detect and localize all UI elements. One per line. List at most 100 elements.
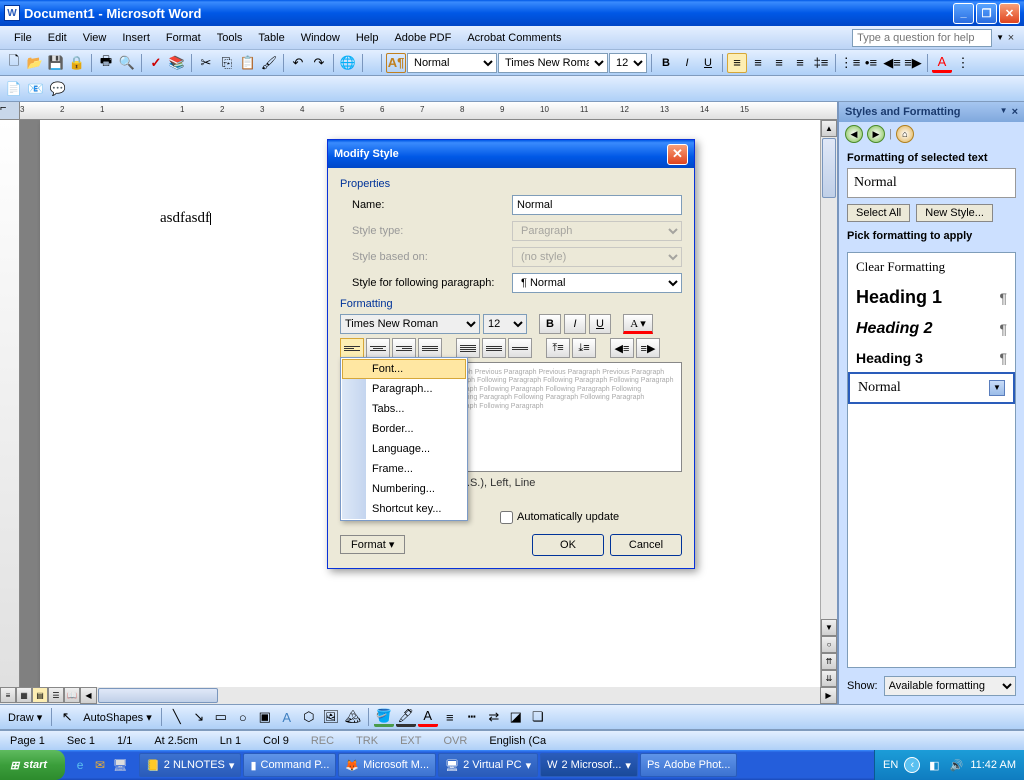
decrease-indent-icon[interactable]: ◀≡ [882,53,902,73]
menu-paragraph[interactable]: Paragraph... [342,379,466,399]
line-color-icon[interactable]: 🖊 [396,707,416,727]
menu-language[interactable]: Language... [342,439,466,459]
task-virtual-pc[interactable]: 🖥 2 Virtual PC ▾ [438,753,538,777]
pane-menu-icon[interactable]: ▼ [1000,106,1008,118]
outlook-icon[interactable]: ✉ [91,756,109,774]
horizontal-ruler[interactable]: ⌐ 3 2 1 1 2 3 4 5 6 7 8 9 10 11 12 [0,102,837,120]
scroll-thumb[interactable] [822,138,836,198]
picture-icon[interactable]: 🏔 [343,707,363,727]
normal-view-icon[interactable]: ≡ [0,687,16,703]
start-button[interactable]: ⊞ start [0,750,65,780]
help-dropdown[interactable]: ▼ [996,33,1004,42]
maximize-button[interactable]: ❐ [976,3,997,24]
dlg-italic-icon[interactable]: I [564,314,586,334]
line-icon[interactable]: ╲ [167,707,187,727]
hscroll-thumb[interactable] [98,688,218,703]
font-color-icon[interactable]: A [932,53,952,73]
wordart-icon[interactable]: A [277,707,297,727]
ok-button[interactable]: OK [532,534,604,556]
dialog-close-button[interactable]: ✕ [667,144,688,165]
pdf-convert-icon[interactable]: 📄 [4,79,24,99]
task-nlnotes[interactable]: 📒 2 NLNOTES ▾ [139,753,241,777]
style-heading-2[interactable]: Heading 2¶ [848,314,1015,344]
open-icon[interactable]: 📂 [25,53,45,73]
tray-clock[interactable]: 11:42 AM [970,759,1016,771]
close-button[interactable]: ✕ [999,3,1020,24]
bold-icon[interactable]: B [656,53,676,73]
draw-menu[interactable]: Draw ▾ [4,711,46,724]
status-rec[interactable]: REC [305,735,340,747]
clipart-icon[interactable]: 🖼 [321,707,341,727]
menu-acrobat-comments[interactable]: Acrobat Comments [459,30,569,46]
current-style-display[interactable]: Normal [847,168,1016,198]
align-right-icon[interactable]: ≡ [769,53,789,73]
oval-icon[interactable]: ○ [233,707,253,727]
toolbar-options-icon[interactable]: ⋮ [953,53,973,73]
line-style-icon[interactable]: ≡ [440,707,460,727]
help-search[interactable] [852,29,992,47]
dlg-spacing-15-icon[interactable] [482,338,506,358]
arrow-icon[interactable]: ↘ [189,707,209,727]
dialog-titlebar[interactable]: Modify Style ✕ [328,140,694,168]
dlg-align-right-icon[interactable] [392,338,416,358]
dash-style-icon[interactable]: ┅ [462,707,482,727]
dlg-spacing-1-icon[interactable] [456,338,480,358]
menu-font[interactable]: Font... [342,359,466,379]
numbered-list-icon[interactable]: ⋮≡ [840,53,860,73]
dlg-space-before-icon[interactable]: ⤒≡ [546,338,570,358]
line-spacing-icon[interactable]: ‡≡ [811,53,831,73]
dlg-underline-icon[interactable]: U [589,314,611,334]
menu-window[interactable]: Window [293,30,348,46]
menu-file[interactable]: File [6,30,40,46]
align-justify-icon[interactable]: ≡ [790,53,810,73]
menu-help[interactable]: Help [348,30,387,46]
print-icon[interactable]: 🖶 [96,53,116,73]
style-select[interactable]: Normal [407,53,497,73]
scroll-left-icon[interactable]: ◀ [80,687,97,704]
research-icon[interactable]: 📚 [167,53,187,73]
help-search-input[interactable] [852,29,992,47]
task-photoshop[interactable]: Ps Adobe Phot... [640,753,738,777]
outline-view-icon[interactable]: ☰ [48,687,64,703]
tray-expand-icon[interactable]: ‹ [904,757,920,773]
save-icon[interactable]: 💾 [46,53,66,73]
tray-volume-icon[interactable]: 🔊 [948,757,964,773]
font-select[interactable]: Times New Roman [498,53,608,73]
select-objects-icon[interactable]: ↖ [57,707,77,727]
scroll-up-icon[interactable]: ▲ [821,120,837,137]
menu-border[interactable]: Border... [342,419,466,439]
pdf-email-icon[interactable]: 📧 [26,79,46,99]
task-word[interactable]: W 2 Microsof... ▾ [540,753,638,777]
menu-frame[interactable]: Frame... [342,459,466,479]
hyperlink-icon[interactable]: 🌐 [338,53,358,73]
fill-color-icon[interactable]: 🪣 [374,707,394,727]
paste-icon[interactable]: 📋 [238,53,258,73]
dlg-font-select[interactable]: Times New Roman [340,314,480,334]
permission-icon[interactable]: 🔒 [67,53,87,73]
menu-table[interactable]: Table [250,30,292,46]
increase-indent-icon[interactable]: ≡▶ [903,53,923,73]
undo-icon[interactable]: ↶ [288,53,308,73]
pane-back-icon[interactable]: ◀ [845,125,863,143]
3d-icon[interactable]: ❏ [528,707,548,727]
browse-object-icon[interactable]: ○ [821,636,837,653]
styles-icon[interactable]: A¶ [386,53,406,73]
show-select[interactable]: Available formatting [884,676,1016,696]
next-page-icon[interactable]: ⇊ [821,670,837,687]
desktop-icon[interactable]: 🖥 [111,756,129,774]
bullet-list-icon[interactable]: •≡ [861,53,881,73]
redo-icon[interactable]: ↷ [309,53,329,73]
dlg-space-after-icon[interactable]: ⤓≡ [572,338,596,358]
select-all-button[interactable]: Select All [847,204,910,222]
italic-icon[interactable]: I [677,53,697,73]
minimize-button[interactable]: _ [953,3,974,24]
cut-icon[interactable]: ✂ [196,53,216,73]
print-view-icon[interactable]: ▤ [32,687,48,703]
diagram-icon[interactable]: ⬡ [299,707,319,727]
status-language[interactable]: English (Ca [483,735,552,747]
task-microsoft-m[interactable]: 🦊 Microsoft M... [338,753,436,777]
scroll-down-icon[interactable]: ▼ [821,619,837,636]
font-color-draw-icon[interactable]: A [418,707,438,727]
pane-close-icon[interactable]: × [1012,106,1018,118]
print-preview-icon[interactable]: 🔍 [117,53,137,73]
